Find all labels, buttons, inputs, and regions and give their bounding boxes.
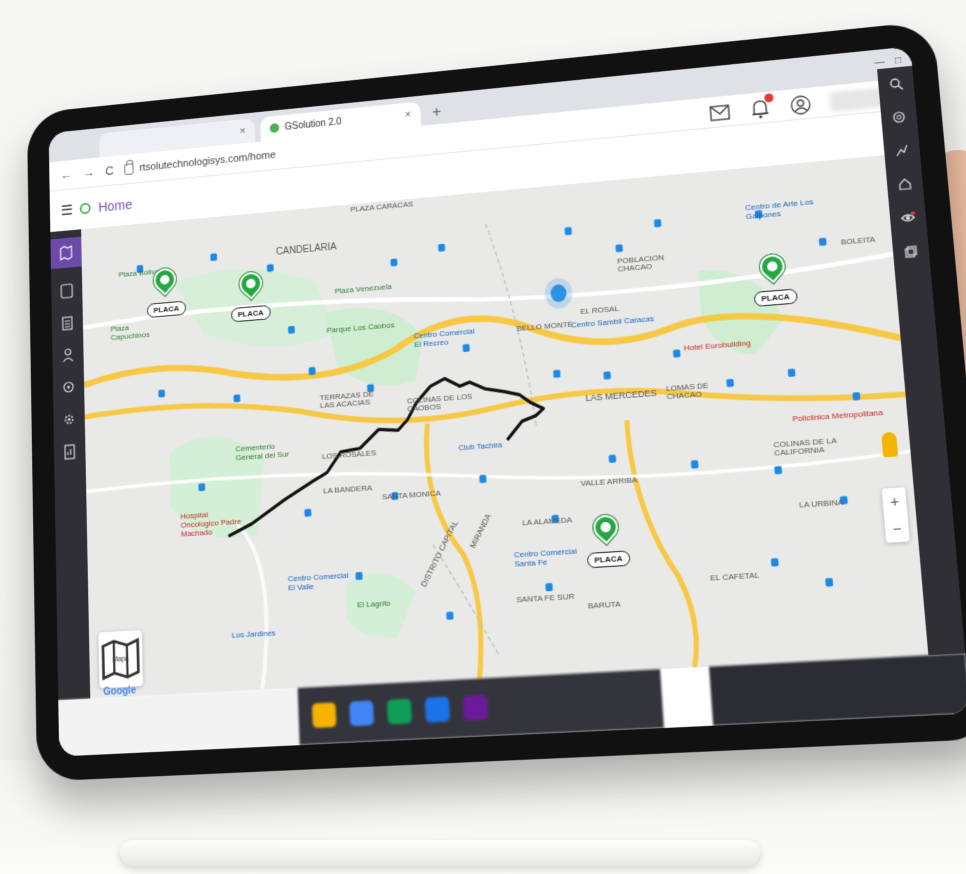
- layers-icon[interactable]: [889, 108, 909, 127]
- tablet-screen: × GSolution 2.0 × + — □ ← → C rtsolutech…: [48, 46, 966, 757]
- minimize-icon[interactable]: —: [874, 57, 885, 69]
- location-icon[interactable]: [60, 378, 77, 396]
- tablet: × GSolution 2.0 × + — □ ← → C rtsolutech…: [26, 20, 966, 782]
- user-avatar-icon[interactable]: [789, 93, 813, 116]
- zoom-control: + −: [881, 487, 910, 543]
- taskbar-app-icon[interactable]: [424, 696, 451, 723]
- zoom-in-button[interactable]: +: [889, 493, 899, 510]
- taskbar-app-icon[interactable]: [349, 700, 375, 727]
- street-view-pegman-icon[interactable]: [881, 431, 899, 458]
- tab-close-icon[interactable]: ×: [405, 109, 412, 121]
- copy-icon[interactable]: [901, 242, 921, 262]
- app-logo-icon: [80, 202, 92, 215]
- taskbar-app-icon[interactable]: [462, 694, 489, 721]
- mail-icon[interactable]: [708, 101, 732, 124]
- tab-label-2: GSolution 2.0: [284, 116, 342, 133]
- blurred-footer-right: [709, 653, 966, 726]
- notification-badge: [764, 93, 774, 103]
- driver-icon[interactable]: [60, 346, 77, 364]
- zoom-out-button[interactable]: −: [892, 520, 902, 537]
- map-canvas[interactable]: Plaza Caracas Candelaria Poblacion Chaca…: [81, 155, 929, 699]
- page-title: Home: [98, 196, 133, 215]
- map-base: [81, 155, 929, 699]
- scene: × GSolution 2.0 × + — □ ← → C rtsolutech…: [0, 0, 966, 874]
- map-poi[interactable]: Hospital Oncologico Padre Machado: [180, 508, 247, 538]
- url-text: rtsolutechnologisys.com/home: [139, 148, 276, 174]
- url-field[interactable]: rtsolutechnologisys.com/home: [124, 148, 276, 175]
- forward-button[interactable]: →: [83, 165, 95, 180]
- search-icon[interactable]: [886, 74, 906, 93]
- taskbar-app-icon[interactable]: [386, 698, 412, 725]
- tab-favicon-icon: [269, 122, 280, 134]
- stylus: [120, 840, 760, 866]
- clipboard-icon[interactable]: [59, 314, 76, 332]
- map-type-button[interactable]: Mapa: [98, 630, 144, 689]
- tab-close-icon[interactable]: ×: [240, 125, 246, 137]
- maximize-icon[interactable]: □: [895, 55, 902, 66]
- route-icon[interactable]: [892, 141, 912, 160]
- vehicle-plate-label[interactable]: PLACA: [586, 550, 631, 569]
- gear-icon[interactable]: [61, 410, 78, 428]
- visibility-icon[interactable]: [898, 208, 918, 228]
- notification-bell-icon[interactable]: [748, 93, 774, 120]
- map-poi[interactable]: El Lagrito: [357, 598, 391, 609]
- home-icon[interactable]: [895, 174, 915, 193]
- document-icon[interactable]: [58, 282, 75, 300]
- back-button[interactable]: ←: [60, 167, 72, 182]
- blurred-footer-left: [58, 687, 300, 757]
- map-view-icon[interactable]: [50, 236, 82, 270]
- report-icon[interactable]: [61, 443, 78, 461]
- taskbar-app-icon[interactable]: [311, 702, 337, 729]
- new-tab-button[interactable]: +: [426, 101, 448, 126]
- reload-button[interactable]: C: [105, 163, 114, 178]
- lock-icon: [124, 162, 134, 175]
- map-type-icon: [98, 630, 143, 688]
- menu-icon[interactable]: ☰: [61, 201, 73, 219]
